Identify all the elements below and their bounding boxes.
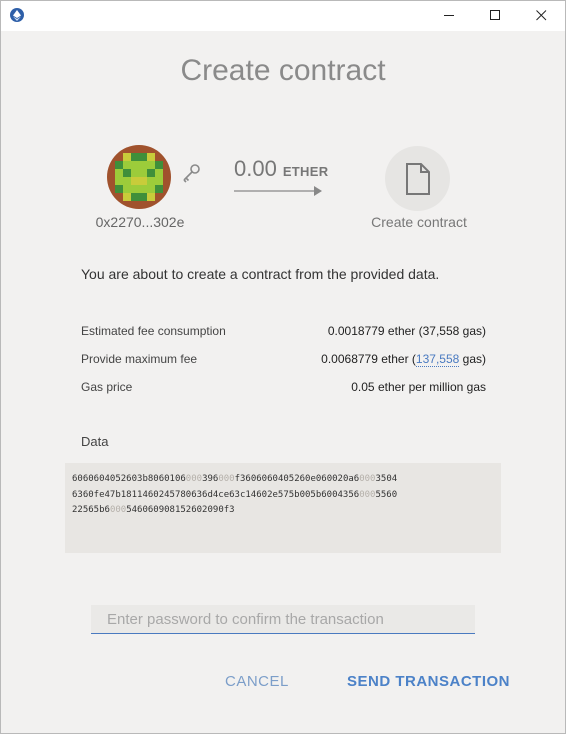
fee-value-prefix: 0.0068779 ether (: [321, 352, 416, 366]
minimize-icon: [443, 15, 454, 16]
page-title: Create contract: [180, 54, 386, 87]
edit-gas-link[interactable]: 137,558: [415, 352, 460, 367]
from-address[interactable]: 0x2270...302e: [80, 214, 200, 230]
contract-data: 6060604052603b8060106000396000f360606040…: [72, 472, 497, 519]
fee-value-suffix: gas): [459, 352, 486, 366]
window-titlebar: [0, 0, 566, 31]
contract-label: Create contract: [371, 214, 467, 230]
contract-avatar: [385, 146, 450, 211]
fee-label: Gas price: [81, 380, 133, 394]
close-button[interactable]: [518, 0, 564, 31]
data-label: Data: [81, 434, 109, 449]
fee-row-maximum: Provide maximum fee 0.0068779 ether (137…: [81, 352, 486, 370]
arrow-right-icon: [234, 186, 322, 196]
fee-label: Provide maximum fee: [81, 352, 198, 366]
fee-label: Estimated fee consumption: [81, 324, 226, 338]
data-line: 22565b6000546060908152602090f3: [72, 505, 235, 515]
from-account-avatar[interactable]: [107, 145, 171, 209]
amount-unit: ETHER: [282, 164, 329, 179]
amount-value: 0.00: [234, 156, 277, 181]
fee-row-estimated: Estimated fee consumption 0.0018779 ethe…: [81, 324, 486, 342]
close-icon: [535, 10, 546, 21]
document-icon: [405, 162, 430, 195]
data-line: 6060604052603b8060106000396000f360606040…: [72, 474, 398, 484]
cancel-button[interactable]: CANCEL: [225, 673, 289, 690]
fee-value: 0.0018779 ether (37,558 gas): [327, 324, 486, 338]
minimize-button[interactable]: [426, 0, 472, 31]
password-input[interactable]: [91, 605, 475, 634]
fee-value: 0.0068779 ether (137,558 gas): [321, 352, 486, 367]
send-transaction-button[interactable]: SEND TRANSACTION: [347, 673, 510, 690]
amount-display: 0.00 ETHER: [234, 156, 328, 182]
maximize-button[interactable]: [472, 0, 518, 31]
fee-row-gas-price: Gas price 0.05 ether per million gas: [81, 380, 486, 398]
data-box[interactable]: 6060604052603b8060106000396000f360606040…: [65, 463, 501, 553]
intro-text: You are about to create a contract from …: [81, 266, 440, 282]
maximize-icon: [489, 10, 500, 20]
fee-value: 0.05 ether per million gas: [351, 380, 486, 394]
data-line: 6360fe47b1811460245780636d4ce63c14602e57…: [72, 489, 398, 500]
ethereum-app-icon: [10, 8, 24, 22]
key-icon: [183, 164, 200, 183]
